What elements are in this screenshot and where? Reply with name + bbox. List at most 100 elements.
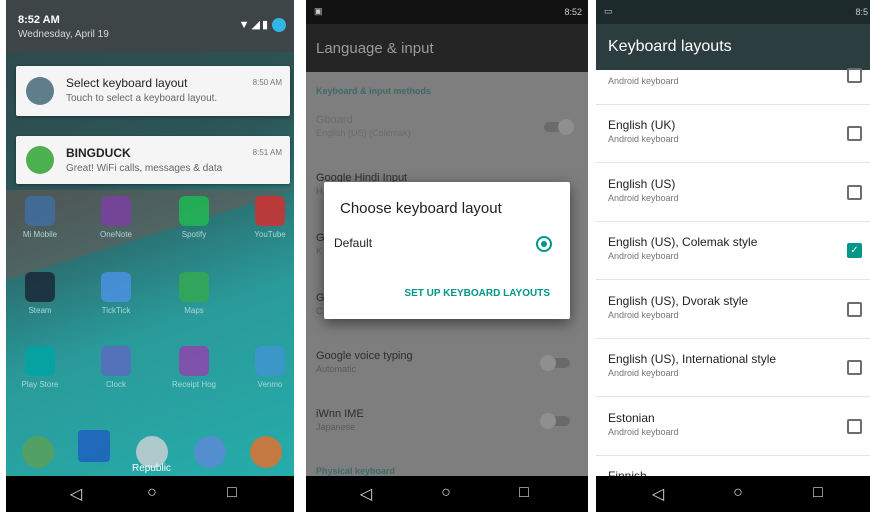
- layout-row[interactable]: English (UK) Android keyboard: [596, 104, 870, 163]
- app-label: Steam: [28, 306, 52, 315]
- home-button[interactable]: ○: [434, 484, 458, 502]
- iwnn-toggle[interactable]: [540, 413, 570, 429]
- app-clock[interactable]: Clock: [86, 346, 146, 389]
- keyboard-icon: [26, 77, 54, 105]
- voice-typing-toggle[interactable]: [540, 355, 570, 371]
- layout-row[interactable]: Android keyboard: [596, 46, 870, 105]
- status-time: 8:5: [855, 7, 868, 17]
- status-time: 8:52: [564, 7, 582, 17]
- app-icon: [101, 196, 131, 226]
- app-icon: [25, 196, 55, 226]
- layout-source: Android keyboard: [608, 368, 679, 378]
- recents-button[interactable]: □: [806, 484, 830, 502]
- status-time: 8:52 AM: [18, 14, 60, 26]
- wifi-signal-icon: ▼: [238, 19, 252, 31]
- layout-checkbox[interactable]: [847, 419, 862, 434]
- status-bar: ▭ 8:5: [596, 0, 870, 24]
- app-maps[interactable]: Maps: [164, 272, 224, 315]
- layout-row[interactable]: English (US), Dvorak style Android keyboa…: [596, 280, 870, 339]
- app-receipt-hog[interactable]: Receipt Hog: [164, 346, 224, 389]
- app-ticktick[interactable]: TickTick: [86, 272, 146, 315]
- app-label: OneNote: [99, 230, 133, 239]
- layout-source: Android keyboard: [608, 427, 679, 437]
- home-button[interactable]: ○: [726, 484, 750, 502]
- phone-dialer-icon[interactable]: [22, 436, 54, 468]
- nav-bar: ◁ ○ □: [306, 476, 588, 512]
- nav-bar: ◁ ○ □: [596, 476, 870, 512]
- back-button[interactable]: ◁: [354, 484, 378, 504]
- layout-checkbox[interactable]: [847, 126, 862, 141]
- layout-checkbox[interactable]: [847, 68, 862, 83]
- item-summary: Japanese: [316, 422, 356, 432]
- status-date: Wednesday, April 19: [18, 29, 109, 40]
- layout-checkbox[interactable]: [847, 185, 862, 200]
- gboard-toggle[interactable]: [544, 119, 574, 135]
- radio-default[interactable]: [536, 236, 552, 252]
- layout-checkbox[interactable]: [847, 360, 862, 375]
- app-label: Venmo: [257, 380, 283, 389]
- input-method-gboard[interactable]: Gboard English (US) (Colemak): [316, 114, 411, 138]
- back-button[interactable]: ◁: [646, 484, 670, 504]
- messages-icon[interactable]: [194, 436, 226, 468]
- recents-button[interactable]: □: [220, 484, 244, 502]
- app-youtube[interactable]: YouTube: [240, 196, 294, 239]
- user-icon[interactable]: [272, 18, 286, 33]
- layout-row[interactable]: Estonian Android keyboard: [596, 397, 870, 456]
- layout-name: English (US), Dvorak style: [608, 294, 749, 308]
- app-onenote[interactable]: OneNote: [86, 196, 146, 239]
- layout-source: Android keyboard: [608, 193, 679, 203]
- notification-time: 8:50 AM: [252, 78, 282, 87]
- item-name: Gboard: [316, 114, 353, 126]
- home-screen-panel: 8:52 AM Wednesday, April 19 ▼◢▮ Select k…: [6, 0, 294, 512]
- app-steam[interactable]: Steam: [10, 272, 70, 315]
- app-icon: [255, 196, 285, 226]
- input-method-voice[interactable]: Google voice typing Automatic: [316, 350, 413, 374]
- app-label: Play Store: [21, 380, 59, 389]
- recents-button[interactable]: □: [512, 484, 536, 502]
- layout-name: Estonian: [608, 411, 655, 425]
- keyboard-layouts-panel: ▭ 8:5 Keyboard layouts Android keyboard E…: [596, 0, 870, 512]
- phone-icon[interactable]: [78, 430, 110, 462]
- notification-title: BINGDUCK: [66, 146, 131, 160]
- app-spotify[interactable]: Spotify: [164, 196, 224, 239]
- layout-checkbox[interactable]: [847, 302, 862, 317]
- back-button[interactable]: ◁: [64, 484, 88, 504]
- notification-bingduck[interactable]: BINGDUCK Great! WiFi calls, messages & d…: [16, 136, 290, 184]
- layout-row[interactable]: English (US) Android keyboard: [596, 163, 870, 222]
- home-button[interactable]: ○: [140, 484, 164, 502]
- app-mi-mobile[interactable]: Mi Mobile: [10, 196, 70, 239]
- app-icon: [179, 196, 209, 226]
- app-play-store[interactable]: Play Store: [10, 346, 70, 389]
- app-icon: [255, 346, 285, 376]
- section-header: Physical keyboard: [316, 466, 396, 476]
- choose-keyboard-layout-dialog: Choose keyboard layout Default SET UP KE…: [324, 182, 570, 319]
- app-icon: [101, 272, 131, 302]
- input-method-iwnn[interactable]: iWnn IME Japanese: [316, 408, 364, 432]
- layout-row[interactable]: English (US), Colemak style Android keybo…: [596, 221, 870, 280]
- layout-source: Android keyboard: [608, 134, 679, 144]
- setup-keyboard-layouts-button[interactable]: SET UP KEYBOARD LAYOUTS: [404, 288, 550, 299]
- dialog-title: Choose keyboard layout: [340, 200, 502, 217]
- item-name: Google voice typing: [316, 350, 413, 362]
- app-label: Maps: [184, 306, 204, 315]
- notification-shade-header: 8:52 AM Wednesday, April 19 ▼◢▮: [6, 0, 294, 52]
- layout-row[interactable]: English (US), International style Android…: [596, 338, 870, 397]
- battery-icon: ▮: [261, 19, 270, 31]
- layout-checkbox[interactable]: ✓: [847, 243, 862, 258]
- option-default-label[interactable]: Default: [334, 236, 372, 250]
- browser-icon[interactable]: [250, 436, 282, 468]
- section-header: Keyboard & input methods: [316, 86, 432, 96]
- status-bar: ▣ 8:52: [306, 0, 588, 24]
- dock-label: Republic: [132, 463, 171, 474]
- layout-source: Android keyboard: [608, 76, 679, 86]
- layout-source: Android keyboard: [608, 251, 679, 261]
- item-summary: English (US) (Colemak): [316, 128, 411, 138]
- notification-keyboard-layout[interactable]: Select keyboard layout Touch to select a…: [16, 66, 290, 116]
- app-icon: [25, 346, 55, 376]
- app-icon: [179, 272, 209, 302]
- layout-name: English (US), International style: [608, 352, 777, 366]
- item-name: iWnn IME: [316, 408, 364, 420]
- app-label: Receipt Hog: [171, 380, 217, 389]
- app-venmo[interactable]: Venmo: [240, 346, 294, 389]
- notification-icon: ▭: [604, 6, 613, 16]
